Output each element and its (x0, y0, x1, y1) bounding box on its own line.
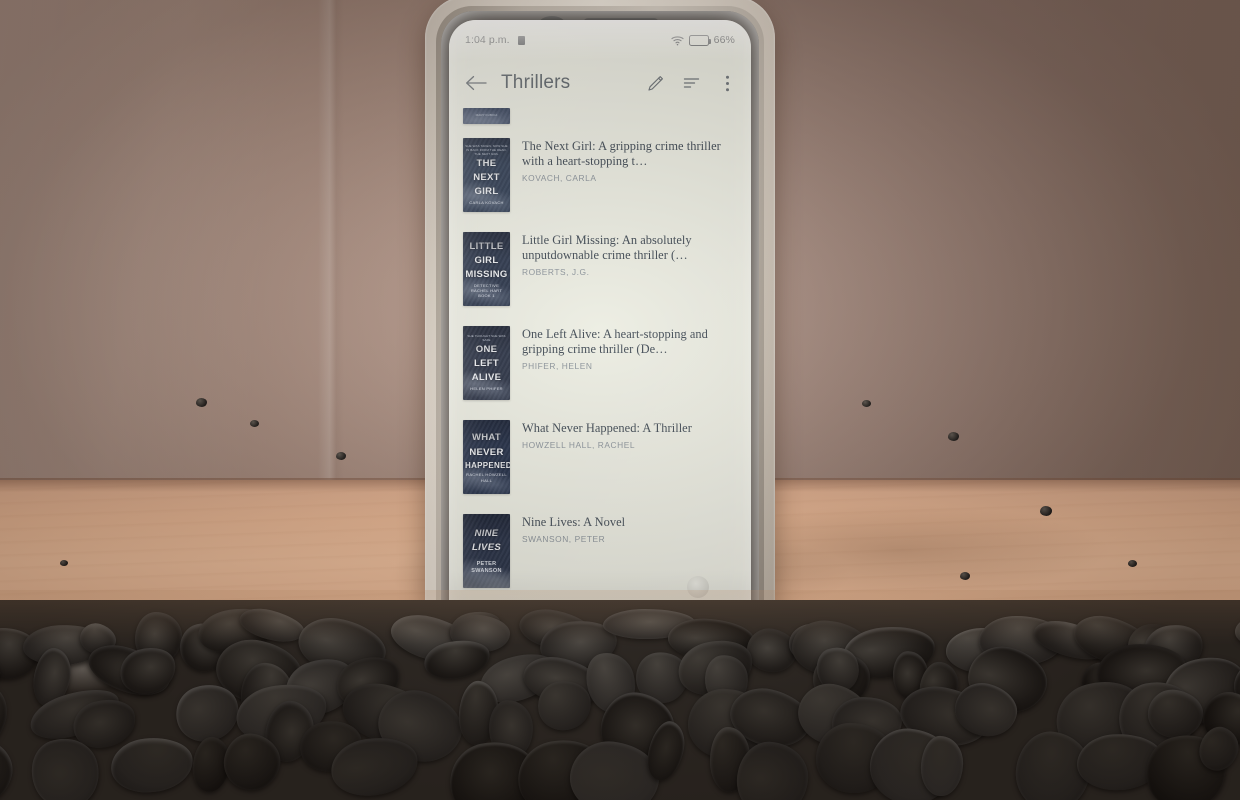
book-cover-author: CARLA KOVACH (469, 199, 504, 205)
list-item[interactable]: SHE THOUGHT SHE WAS SAFE ONE LEFT ALIVE … (449, 316, 751, 410)
gravel-foreground (0, 590, 1240, 800)
status-bar-right: 66% (671, 34, 735, 46)
notification-square-icon (517, 35, 525, 45)
book-cover-title: LITTLE (469, 240, 504, 252)
list-item[interactable]: LITTLE GIRL MISSING DETECTIVE RACHEL HAR… (449, 222, 751, 316)
photo-scene: 1:04 p.m. 66% Thrillers MARY KUBICA SHE … (0, 0, 1240, 800)
book-meta (522, 108, 737, 109)
book-cover-title: HAPPENED (465, 460, 510, 470)
book-author: SWANSON, PETER (522, 534, 606, 545)
smartphone: 1:04 p.m. 66% Thrillers MARY KUBICA SHE … (425, 0, 775, 666)
back-arrow-icon[interactable] (463, 70, 489, 96)
more-vertical-icon[interactable] (717, 73, 737, 93)
book-cover-title: LIVES (472, 541, 501, 553)
book-cover: SHE THOUGHT SHE WAS SAFE ONE LEFT ALIVE … (463, 326, 510, 400)
book-cover-title: NEVER (469, 446, 504, 458)
book-cover: LITTLE GIRL MISSING DETECTIVE RACHEL HAR… (463, 232, 510, 306)
book-title: Nine Lives: A Novel (522, 515, 626, 529)
gravel-rocks (0, 590, 1240, 800)
stray-pebble (948, 432, 959, 441)
stray-pebble (1128, 560, 1137, 567)
status-bar-clock: 1:04 p.m. (465, 34, 510, 46)
book-cover: MARY KUBICA (463, 108, 510, 124)
book-cover-author: PETER SWANSON (471, 561, 502, 575)
app-toolbar: Thrillers (449, 58, 751, 108)
list-item-partial-top[interactable]: MARY KUBICA (449, 108, 751, 128)
book-author: HOWZELL HALL, RACHEL (522, 440, 636, 451)
stray-pebble (862, 400, 871, 407)
book-cover-tagline: SHE WAS TAKEN. NOW SHE IS BACK FROM THE … (465, 145, 508, 156)
book-meta: The Next Girl: A gripping crime thriller… (522, 138, 737, 183)
phone-screen: 1:04 p.m. 66% Thrillers MARY KUBICA SHE … (449, 20, 751, 640)
stray-pebble (196, 398, 207, 407)
book-cover-author: HELEN PHIFER (470, 385, 503, 391)
book-title: The Next Girl: A gripping crime thriller… (522, 139, 721, 169)
gravel-rock (0, 734, 19, 800)
book-cover-title: GIRL (474, 255, 499, 267)
status-bar: 1:04 p.m. 66% (449, 29, 751, 51)
book-cover: SHE WAS TAKEN. NOW SHE IS BACK FROM THE … (463, 138, 510, 212)
stray-pebble (60, 560, 68, 566)
book-cover: WHAT NEVER HAPPENED RACHEL HOWZELL HALL (463, 420, 510, 494)
wifi-icon (671, 35, 684, 46)
book-cover-tagline: SHE THOUGHT SHE WAS SAFE (467, 335, 506, 343)
book-title: What Never Happened: A Thriller (522, 421, 692, 435)
book-cover-title: THE (476, 157, 497, 169)
book-cover: NINE LIVES PETER SWANSON (463, 514, 510, 588)
list-item[interactable]: SHE WAS TAKEN. NOW SHE IS BACK FROM THE … (449, 128, 751, 222)
book-author: KOVACH, CARLA (522, 173, 597, 184)
page-title: Thrillers (501, 72, 571, 93)
sort-lines-icon[interactable] (681, 73, 701, 93)
book-meta: One Left Alive: A heart-stopping and gri… (522, 326, 737, 371)
book-meta: Little Girl Missing: An absolutely unput… (522, 232, 737, 277)
battery-percent-label: 66% (713, 34, 735, 46)
book-cover-title: ALIVE (471, 372, 502, 384)
battery-icon (688, 34, 711, 46)
book-cover-title: NEXT (473, 172, 500, 184)
book-cover-title: ONE (475, 343, 498, 355)
book-cover-title: WHAT (472, 432, 501, 444)
book-author: PHIFER, HELEN (522, 361, 593, 372)
book-meta: Nine Lives: A Novel SWANSON, PETER (522, 514, 737, 544)
book-cover-author: RACHEL HOWZELL HALL (466, 472, 507, 483)
gravel-rock (920, 734, 964, 797)
stray-pebble (250, 420, 259, 427)
book-meta: What Never Happened: A Thriller HOWZELL … (522, 420, 737, 450)
gravel-rock (108, 733, 196, 797)
gravel-rock (1234, 615, 1240, 648)
book-title: Little Girl Missing: An absolutely unput… (522, 233, 692, 263)
book-cover-title: LEFT (474, 358, 499, 370)
status-bar-left: 1:04 p.m. (465, 34, 525, 46)
stray-pebble (336, 452, 346, 460)
list-item[interactable]: WHAT NEVER HAPPENED RACHEL HOWZELL HALL … (449, 410, 751, 504)
book-author: ROBERTS, J.G. (522, 267, 590, 278)
book-cover-tagline: MARY KUBICA (475, 114, 498, 118)
book-title: One Left Alive: A heart-stopping and gri… (522, 327, 708, 357)
book-cover-title: GIRL (474, 186, 499, 198)
book-cover-title: MISSING (465, 269, 508, 281)
toolbar-actions (645, 73, 737, 93)
book-cover-author: DETECTIVE RACHEL HART BOOK 1 (470, 282, 503, 298)
book-cover-title: NINE (474, 527, 499, 539)
stray-pebble (960, 572, 970, 580)
book-list[interactable]: MARY KUBICA SHE WAS TAKEN. NOW SHE IS BA… (449, 108, 751, 640)
pencil-icon[interactable] (645, 73, 665, 93)
stray-pebble (1040, 506, 1052, 516)
